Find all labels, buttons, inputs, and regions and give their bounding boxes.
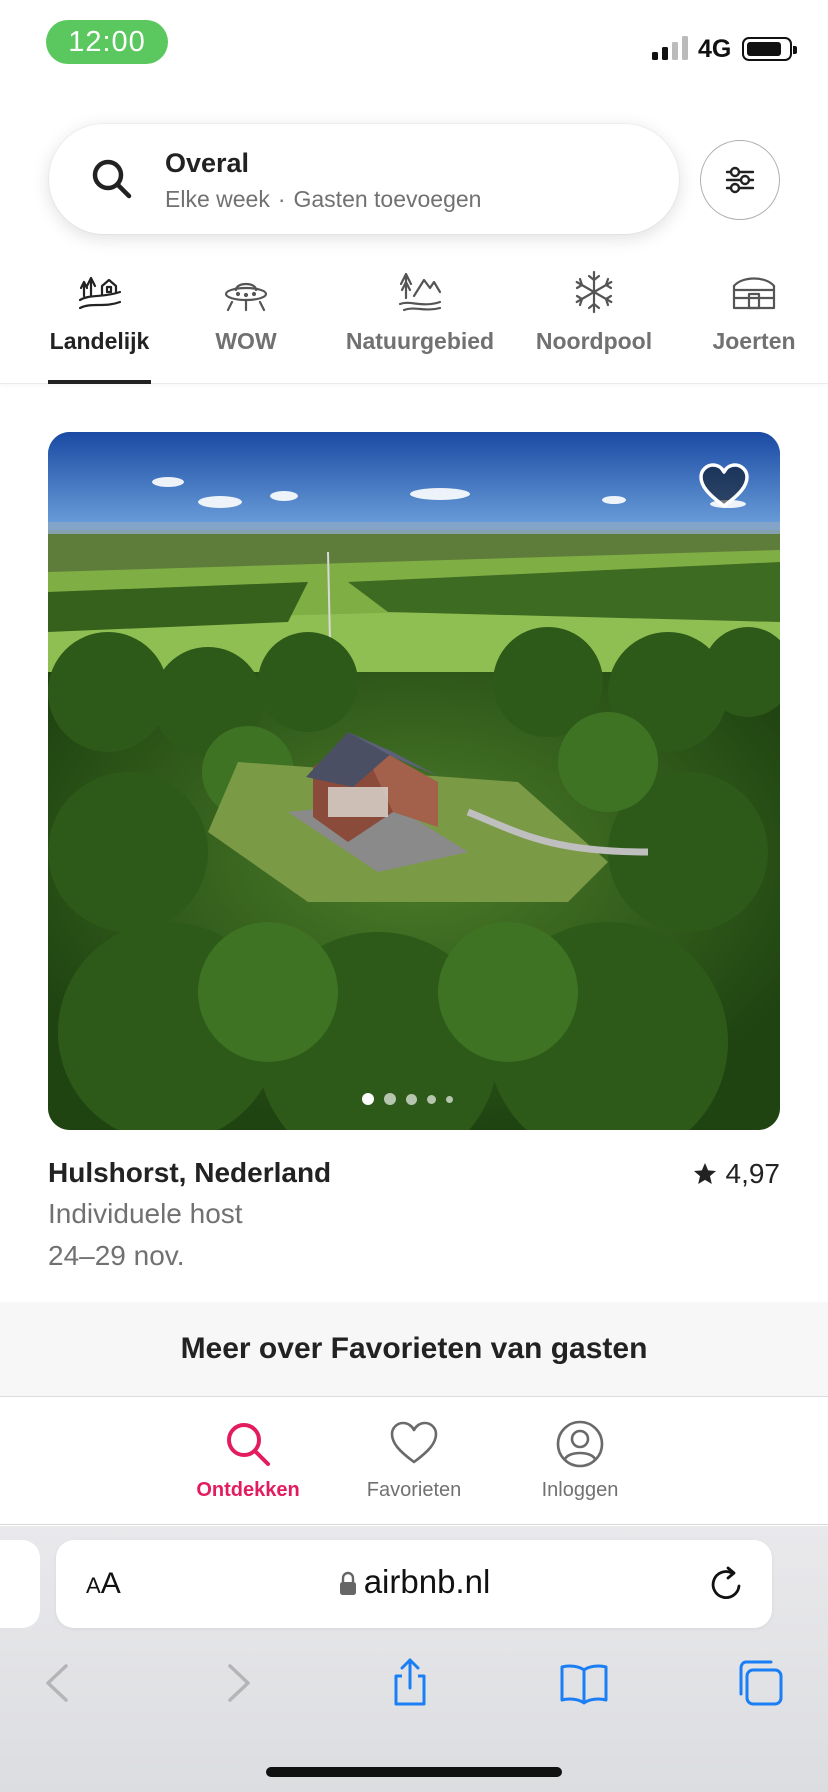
- filters-button[interactable]: [700, 140, 780, 220]
- search-details: Elke week · Gasten toevoegen: [165, 186, 481, 213]
- category-label: WOW: [215, 328, 277, 354]
- category-label: Noordpool: [535, 328, 653, 354]
- save-to-favorites-icon[interactable]: [698, 462, 750, 510]
- separator-dot: ·: [277, 186, 286, 212]
- search-icon: [227, 1423, 270, 1466]
- category-noordpool[interactable]: Noordpool: [532, 262, 656, 384]
- home-indicator[interactable]: [266, 1767, 562, 1777]
- listing-dates: 24–29 nov.: [48, 1240, 185, 1271]
- photo-pagination-dots: [362, 1093, 453, 1105]
- heart-icon: [390, 1421, 438, 1464]
- browser-toolbar: AA airbnb.nl: [0, 1526, 828, 1792]
- search-when: Elke week: [165, 186, 270, 212]
- rating-value: 4,97: [725, 1158, 781, 1189]
- back-icon[interactable]: [34, 1658, 84, 1708]
- listing-photo[interactable]: [48, 432, 780, 1130]
- search-icon: [92, 159, 132, 199]
- cellular-signal-icon: [652, 36, 688, 60]
- bookmarks-icon[interactable]: [559, 1658, 609, 1708]
- sliders-icon: [725, 166, 755, 194]
- category-label: Joerten: [712, 328, 796, 354]
- reload-icon[interactable]: [708, 1564, 746, 1604]
- network-type: 4G: [698, 35, 732, 63]
- category-label: Natuurgebied: [345, 328, 495, 354]
- url-display: airbnb.nl: [56, 1563, 772, 1601]
- nav-label: Favorieten: [366, 1479, 462, 1501]
- star-icon: [693, 1162, 716, 1184]
- pagination-dot-active: [362, 1093, 374, 1105]
- battery-icon: [742, 37, 797, 61]
- category-natuurgebied[interactable]: Natuurgebied: [340, 262, 500, 384]
- search-bar[interactable]: Overal Elke week · Gasten toevoegen: [49, 124, 679, 234]
- forward-icon[interactable]: [212, 1658, 262, 1708]
- countryside-aerial-photo: [48, 432, 780, 1130]
- listing-host-type: Individuele host: [48, 1198, 243, 1229]
- category-wow[interactable]: WOW: [196, 262, 296, 384]
- pagination-dot: [384, 1093, 396, 1105]
- address-bar[interactable]: AA airbnb.nl: [56, 1540, 772, 1628]
- listing-location[interactable]: Hulshorst, Nederland: [48, 1157, 331, 1189]
- snowflake-icon: [575, 270, 613, 314]
- search-destination: Overal: [165, 148, 250, 178]
- guest-favorites-banner[interactable]: Meer over Favorieten van gasten: [0, 1302, 828, 1397]
- previous-tab-preview[interactable]: [0, 1540, 40, 1628]
- tabs-icon[interactable]: [735, 1658, 785, 1708]
- pagination-dot: [427, 1094, 436, 1104]
- share-icon[interactable]: [385, 1658, 435, 1708]
- search-guests: Gasten toevoegen: [293, 186, 482, 212]
- profile-icon: [556, 1420, 604, 1468]
- listing-rating: 4,97: [692, 1158, 781, 1190]
- nav-label: Ontdekken: [196, 1479, 300, 1501]
- nav-ontdekken[interactable]: Ontdekken: [178, 1419, 318, 1502]
- nav-label: Inloggen: [541, 1479, 619, 1501]
- pagination-dot: [406, 1093, 417, 1105]
- status-bar: 12:00 4G: [0, 0, 828, 96]
- yurt-icon: [732, 277, 776, 310]
- ufo-icon: [224, 282, 268, 312]
- category-label: Landelijk: [49, 328, 150, 354]
- url-text: airbnb.nl: [363, 1563, 491, 1600]
- nav-inloggen[interactable]: Inloggen: [510, 1419, 650, 1502]
- active-category-indicator: [48, 380, 151, 384]
- category-bar: Landelijk WOW Natuurgebied Noordpool Joe…: [0, 262, 828, 384]
- nav-favorieten[interactable]: Favorieten: [344, 1419, 484, 1502]
- status-time: 12:00: [46, 20, 168, 64]
- lock-icon: [339, 1572, 356, 1596]
- bottom-navigation: Ontdekken Favorieten Inloggen: [0, 1397, 828, 1525]
- category-landelijk[interactable]: Landelijk: [48, 262, 151, 384]
- pagination-dot: [446, 1095, 453, 1103]
- countryside-icon: [78, 276, 121, 310]
- nature-reserve-icon: [398, 272, 442, 312]
- category-joerten[interactable]: Joerten: [704, 262, 804, 384]
